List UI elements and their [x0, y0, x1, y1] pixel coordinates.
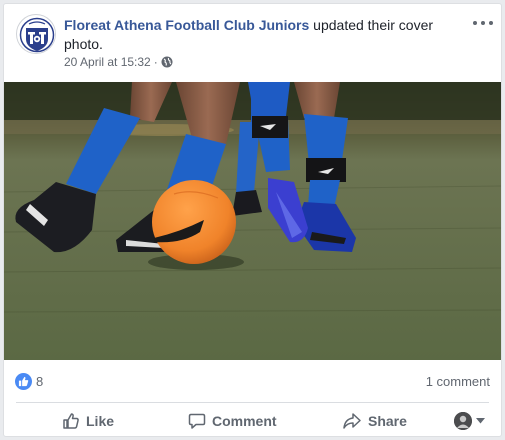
post-timestamp[interactable]: 20 April at 15:32	[64, 55, 151, 69]
like-label: Like	[86, 413, 115, 429]
like-outline-icon	[63, 413, 79, 429]
feed-post-card: Floreat Athena Football Club Juniors upd…	[3, 3, 502, 437]
page-name-link[interactable]: Floreat Athena Football Club Juniors	[64, 17, 309, 33]
share-icon	[343, 413, 361, 429]
post-header: Floreat Athena Football Club Juniors upd…	[4, 4, 501, 82]
globe-icon[interactable]	[161, 56, 173, 68]
comment-label: Comment	[212, 413, 277, 429]
post-title: Floreat Athena Football Club Juniors upd…	[64, 16, 456, 54]
profile-avatar	[454, 412, 472, 430]
post-stats: 8 1 comment	[4, 360, 501, 402]
like-button[interactable]: Like	[62, 406, 114, 436]
post-meta: 20 April at 15:32 ·	[64, 55, 173, 69]
comment-count-link[interactable]: 1 comment	[426, 374, 490, 389]
share-button[interactable]: Share	[342, 406, 407, 436]
post-as-switcher[interactable]	[454, 406, 485, 436]
comment-icon	[188, 413, 206, 429]
post-actions-bar: Like Comment Share	[4, 404, 501, 436]
club-crest-icon	[18, 16, 55, 53]
cover-photo[interactable]	[4, 82, 502, 360]
meta-separator: ·	[153, 55, 158, 69]
share-label: Share	[368, 413, 407, 429]
caret-down-icon	[476, 418, 485, 424]
like-count[interactable]: 8	[36, 374, 43, 389]
more-options-icon[interactable]	[473, 16, 493, 30]
club-crest-avatar[interactable]	[16, 14, 56, 54]
comment-button[interactable]: Comment	[188, 406, 277, 436]
actions-divider	[16, 402, 489, 403]
thumbs-up-icon[interactable]	[15, 373, 32, 390]
